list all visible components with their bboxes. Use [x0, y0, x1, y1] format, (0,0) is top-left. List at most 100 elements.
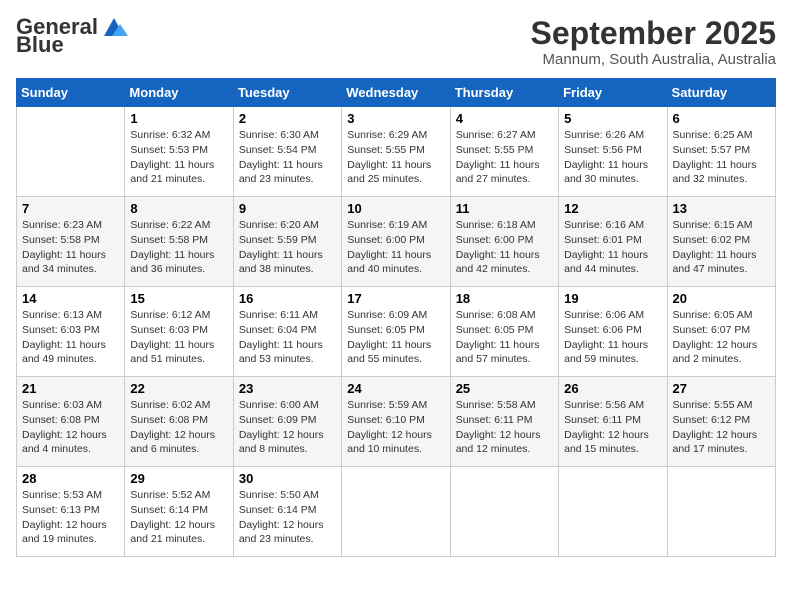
calendar-cell: 14 Sunrise: 6:13 AMSunset: 6:03 PMDayligh…: [17, 287, 125, 377]
calendar-cell: 1 Sunrise: 6:32 AMSunset: 5:53 PMDaylight…: [125, 107, 233, 197]
calendar-cell: 20 Sunrise: 6:05 AMSunset: 6:07 PMDayligh…: [667, 287, 775, 377]
calendar-cell: 13Sunrise: 6:15 AMSunset: 6:02 PMDayligh…: [667, 197, 775, 287]
day-info: Sunrise: 5:50 AMSunset: 6:14 PMDaylight:…: [239, 488, 336, 547]
day-info: Sunrise: 6:20 AMSunset: 5:59 PMDaylight:…: [239, 218, 336, 277]
day-number: 20: [673, 291, 770, 306]
day-number: 1: [130, 111, 227, 126]
day-info: Sunrise: 6:05 AMSunset: 6:07 PMDaylight:…: [673, 308, 770, 367]
day-number: 5: [564, 111, 661, 126]
day-number: 25: [456, 381, 553, 396]
day-number: 9: [239, 201, 336, 216]
header-thursday: Thursday: [450, 79, 558, 107]
day-number: 28: [22, 471, 119, 486]
day-number: 2: [239, 111, 336, 126]
day-info: Sunrise: 6:00 AMSunset: 6:09 PMDaylight:…: [239, 398, 336, 457]
day-info: Sunrise: 5:56 AMSunset: 6:11 PMDaylight:…: [564, 398, 661, 457]
day-info: Sunrise: 5:59 AMSunset: 6:10 PMDaylight:…: [347, 398, 444, 457]
day-number: 6: [673, 111, 770, 126]
day-info: Sunrise: 6:30 AMSunset: 5:54 PMDaylight:…: [239, 128, 336, 187]
day-number: 30: [239, 471, 336, 486]
day-info: Sunrise: 6:32 AMSunset: 5:53 PMDaylight:…: [130, 128, 227, 187]
calendar-cell: 5Sunrise: 6:26 AMSunset: 5:56 PMDaylight…: [559, 107, 667, 197]
calendar-cell: 27 Sunrise: 5:55 AMSunset: 6:12 PMDayligh…: [667, 377, 775, 467]
calendar-cell: [17, 107, 125, 197]
week-row-2: 7 Sunrise: 6:23 AMSunset: 5:58 PMDaylight…: [17, 197, 776, 287]
header-friday: Friday: [559, 79, 667, 107]
day-number: 24: [347, 381, 444, 396]
calendar-cell: 10 Sunrise: 6:19 AMSunset: 6:00 PMDayligh…: [342, 197, 450, 287]
day-number: 22: [130, 381, 227, 396]
day-info: Sunrise: 6:16 AMSunset: 6:01 PMDaylight:…: [564, 218, 661, 277]
day-number: 18: [456, 291, 553, 306]
calendar-cell: [342, 467, 450, 557]
day-info: Sunrise: 6:03 AMSunset: 6:08 PMDaylight:…: [22, 398, 119, 457]
day-info: Sunrise: 6:06 AMSunset: 6:06 PMDaylight:…: [564, 308, 661, 367]
day-number: 13: [673, 201, 770, 216]
calendar-table: SundayMondayTuesdayWednesdayThursdayFrid…: [16, 78, 776, 557]
calendar-cell: 21 Sunrise: 6:03 AMSunset: 6:08 PMDayligh…: [17, 377, 125, 467]
day-info: Sunrise: 5:53 AMSunset: 6:13 PMDaylight:…: [22, 488, 119, 547]
calendar-cell: 28 Sunrise: 5:53 AMSunset: 6:13 PMDayligh…: [17, 467, 125, 557]
calendar-cell: 6 Sunrise: 6:25 AMSunset: 5:57 PMDaylight…: [667, 107, 775, 197]
calendar-cell: 30 Sunrise: 5:50 AMSunset: 6:14 PMDayligh…: [233, 467, 341, 557]
header-saturday: Saturday: [667, 79, 775, 107]
calendar-cell: 29 Sunrise: 5:52 AMSunset: 6:14 PMDayligh…: [125, 467, 233, 557]
day-info: Sunrise: 5:52 AMSunset: 6:14 PMDaylight:…: [130, 488, 227, 547]
header-sunday: Sunday: [17, 79, 125, 107]
day-number: 27: [673, 381, 770, 396]
calendar-cell: 17Sunrise: 6:09 AMSunset: 6:05 PMDayligh…: [342, 287, 450, 377]
day-info: Sunrise: 6:27 AMSunset: 5:55 PMDaylight:…: [456, 128, 553, 187]
header-tuesday: Tuesday: [233, 79, 341, 107]
day-info: Sunrise: 6:08 AMSunset: 6:05 PMDaylight:…: [456, 308, 553, 367]
calendar-cell: 22 Sunrise: 6:02 AMSunset: 6:08 PMDayligh…: [125, 377, 233, 467]
day-info: Sunrise: 6:22 AMSunset: 5:58 PMDaylight:…: [130, 218, 227, 277]
calendar-cell: 12Sunrise: 6:16 AMSunset: 6:01 PMDayligh…: [559, 197, 667, 287]
calendar-cell: 4 Sunrise: 6:27 AMSunset: 5:55 PMDaylight…: [450, 107, 558, 197]
day-info: Sunrise: 6:25 AMSunset: 5:57 PMDaylight:…: [673, 128, 770, 187]
page-header: General Blue September 2025 Mannum, Sout…: [16, 16, 776, 68]
day-info: Sunrise: 6:09 AMSunset: 6:05 PMDaylight:…: [347, 308, 444, 367]
month-title: September 2025: [531, 16, 776, 51]
day-number: 3: [347, 111, 444, 126]
day-number: 14: [22, 291, 119, 306]
day-number: 15: [130, 291, 227, 306]
day-info: Sunrise: 5:58 AMSunset: 6:11 PMDaylight:…: [456, 398, 553, 457]
day-number: 4: [456, 111, 553, 126]
logo-blue: Blue: [16, 34, 64, 56]
day-number: 23: [239, 381, 336, 396]
day-info: Sunrise: 6:13 AMSunset: 6:03 PMDaylight:…: [22, 308, 119, 367]
day-number: 19: [564, 291, 661, 306]
day-number: 29: [130, 471, 227, 486]
calendar-cell: [559, 467, 667, 557]
day-number: 21: [22, 381, 119, 396]
day-number: 26: [564, 381, 661, 396]
day-info: Sunrise: 5:55 AMSunset: 6:12 PMDaylight:…: [673, 398, 770, 457]
calendar-cell: [667, 467, 775, 557]
calendar-cell: 8 Sunrise: 6:22 AMSunset: 5:58 PMDaylight…: [125, 197, 233, 287]
day-info: Sunrise: 6:19 AMSunset: 6:00 PMDaylight:…: [347, 218, 444, 277]
calendar-cell: 25 Sunrise: 5:58 AMSunset: 6:11 PMDayligh…: [450, 377, 558, 467]
day-info: Sunrise: 6:02 AMSunset: 6:08 PMDaylight:…: [130, 398, 227, 457]
calendar-cell: 2 Sunrise: 6:30 AMSunset: 5:54 PMDaylight…: [233, 107, 341, 197]
calendar-cell: 26 Sunrise: 5:56 AMSunset: 6:11 PMDayligh…: [559, 377, 667, 467]
day-info: Sunrise: 6:11 AMSunset: 6:04 PMDaylight:…: [239, 308, 336, 367]
day-number: 11: [456, 201, 553, 216]
calendar-cell: 24 Sunrise: 5:59 AMSunset: 6:10 PMDayligh…: [342, 377, 450, 467]
day-number: 8: [130, 201, 227, 216]
day-info: Sunrise: 6:12 AMSunset: 6:03 PMDaylight:…: [130, 308, 227, 367]
location: Mannum, South Australia, Australia: [531, 51, 776, 68]
day-number: 7: [22, 201, 119, 216]
calendar-cell: 15 Sunrise: 6:12 AMSunset: 6:03 PMDayligh…: [125, 287, 233, 377]
logo: General Blue: [16, 16, 128, 56]
day-number: 16: [239, 291, 336, 306]
calendar-cell: 19 Sunrise: 6:06 AMSunset: 6:06 PMDayligh…: [559, 287, 667, 377]
day-info: Sunrise: 6:23 AMSunset: 5:58 PMDaylight:…: [22, 218, 119, 277]
calendar-cell: 23 Sunrise: 6:00 AMSunset: 6:09 PMDayligh…: [233, 377, 341, 467]
day-number: 10: [347, 201, 444, 216]
title-area: September 2025 Mannum, South Australia, …: [531, 16, 776, 68]
calendar-cell: 9 Sunrise: 6:20 AMSunset: 5:59 PMDaylight…: [233, 197, 341, 287]
calendar-cell: 7 Sunrise: 6:23 AMSunset: 5:58 PMDaylight…: [17, 197, 125, 287]
calendar-cell: 11Sunrise: 6:18 AMSunset: 6:00 PMDayligh…: [450, 197, 558, 287]
week-row-3: 14 Sunrise: 6:13 AMSunset: 6:03 PMDayligh…: [17, 287, 776, 377]
header-row: SundayMondayTuesdayWednesdayThursdayFrid…: [17, 79, 776, 107]
